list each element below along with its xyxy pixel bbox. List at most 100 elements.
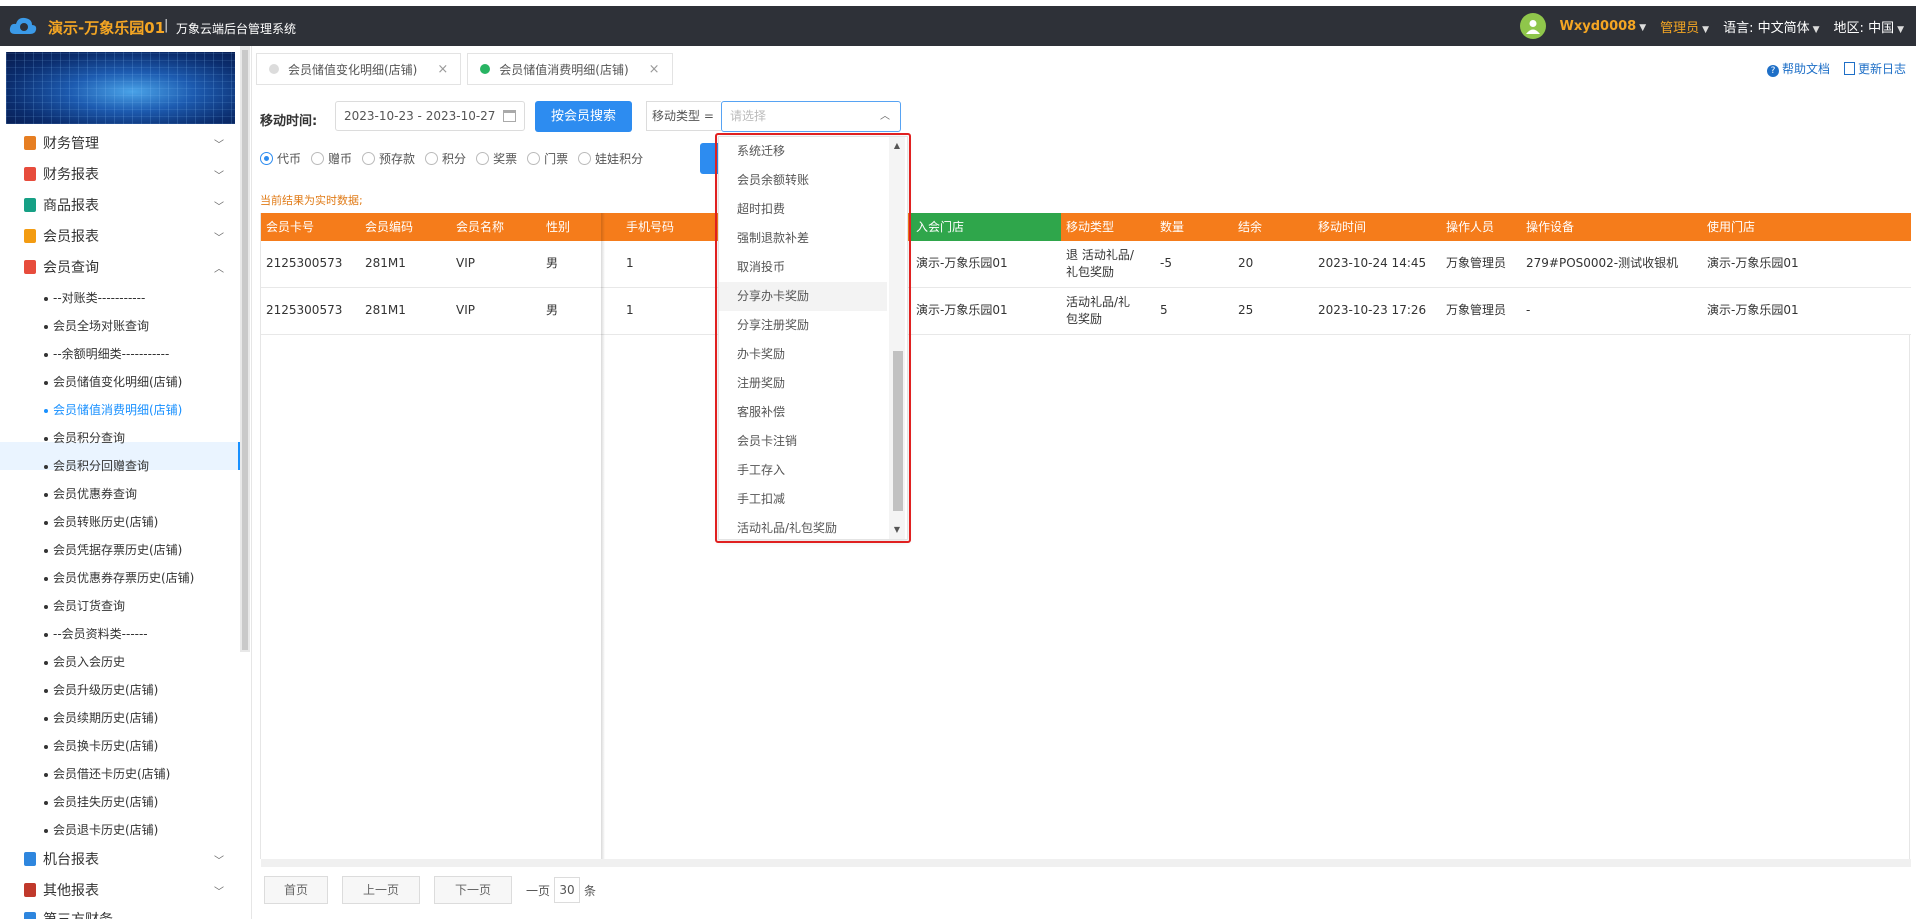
sidebar-item[interactable]: 会员优惠券存票历史(店铺) xyxy=(44,568,244,588)
sidebar-item[interactable]: 会员入会历史 xyxy=(44,652,244,672)
cell-balance: 20 xyxy=(1238,256,1254,270)
tab-balance-change[interactable]: 会员储值变化明细(店铺) × xyxy=(256,53,462,85)
table-horizontal-scrollbar[interactable] xyxy=(261,859,1911,867)
bullet-icon xyxy=(44,296,48,301)
column-header[interactable]: 操作人员 xyxy=(1441,213,1494,241)
menu-member-report[interactable]: 会员报表 ﹀ xyxy=(24,225,224,247)
cell-phone: 1 xyxy=(626,256,634,270)
column-header[interactable]: 会员名称 xyxy=(451,213,504,241)
date-range-input[interactable]: 2023-10-23 - 2023-10-27 xyxy=(335,101,525,131)
menu-third-party-finance[interactable]: 第三方财务 xyxy=(24,908,224,919)
sidebar-item-active[interactable]: 会员储值消费明细(店铺) xyxy=(44,400,244,420)
close-icon[interactable]: × xyxy=(649,62,660,77)
sidebar-item[interactable]: 会员储值变化明细(店铺) xyxy=(44,372,244,392)
column-header[interactable]: 会员编码 xyxy=(360,213,413,241)
bullet-icon xyxy=(44,380,48,385)
menu-finance-management[interactable]: 财务管理 ﹀ xyxy=(24,132,224,154)
sidebar-item[interactable]: 会员换卡历史(店铺) xyxy=(44,736,244,756)
role-menu[interactable]: 管理员 ▼ xyxy=(1660,17,1709,36)
pagination: 首页 上一页 下一页 一页 30 条 xyxy=(264,876,596,904)
radio-bonus-token[interactable]: 赠币 xyxy=(311,150,352,167)
cell-gender: 男 xyxy=(546,303,559,317)
bullet-icon xyxy=(44,576,48,581)
user-menu[interactable]: Wxyd0008 ▼ xyxy=(1560,19,1647,34)
radio-deposit[interactable]: 预存款 xyxy=(362,150,415,167)
radio-label: 代币 xyxy=(277,152,302,166)
sidebar-item[interactable]: 会员积分回赠查询 xyxy=(44,456,244,476)
menu-other-report[interactable]: 其他报表 ﹀ xyxy=(24,879,224,901)
radio-token[interactable]: 代币 xyxy=(260,150,301,167)
sidebar-item[interactable]: 会员升级历史(店铺) xyxy=(44,680,244,700)
radio-circle xyxy=(527,152,541,165)
realtime-note: 当前结果为实时数据; xyxy=(260,194,363,207)
bullet-icon xyxy=(44,352,48,357)
move-type-label: 移动类型 = xyxy=(646,101,721,131)
chevron-up-icon: ︿ xyxy=(880,111,890,122)
sidebar-item[interactable]: 会员挂失历史(店铺) xyxy=(44,792,244,812)
sidebar-item-label: 会员凭据存票历史(店铺) xyxy=(53,543,183,557)
radio-label: 门票 xyxy=(544,152,569,166)
chevron-down-icon: ﹀ xyxy=(214,886,224,898)
menu-machine-report[interactable]: 机台报表 ﹀ xyxy=(24,848,224,870)
column-header[interactable]: 手机号码 xyxy=(621,213,674,241)
sidebar-item[interactable]: --会员资料类------ xyxy=(44,624,244,644)
sidebar-item[interactable]: --余额明细类----------- xyxy=(44,344,244,364)
sidebar-item[interactable]: 会员续期历史(店铺) xyxy=(44,708,244,728)
next-page-button[interactable]: 下一页 xyxy=(434,876,512,904)
bullet-icon xyxy=(44,520,48,525)
sidebar-item[interactable]: 会员凭据存票历史(店铺) xyxy=(44,540,244,560)
page-size-input[interactable]: 30 xyxy=(554,877,581,903)
sidebar-item[interactable]: 会员退卡历史(店铺) xyxy=(44,820,244,840)
cell-use-store: 演示-万象乐园01 xyxy=(1707,303,1799,317)
table-row[interactable]: 2125300573 281M1 VIP 男 1 演示-万象乐园01 活动礼品/… xyxy=(261,288,1911,335)
menu-label: 商品报表 xyxy=(43,198,99,214)
menu-goods-report[interactable]: 商品报表 ﹀ xyxy=(24,194,224,216)
radio-points[interactable]: 积分 xyxy=(425,150,466,167)
column-header[interactable]: 性别 xyxy=(541,213,570,241)
column-header[interactable]: 结余 xyxy=(1233,213,1262,241)
sidebar-item[interactable]: 会员优惠券查询 xyxy=(44,484,244,504)
radio-ticket[interactable]: 奖票 xyxy=(476,150,517,167)
column-header[interactable]: 数量 xyxy=(1155,213,1184,241)
cell-card-no: 2125300573 xyxy=(266,303,343,317)
sidebar-item-label: 会员换卡历史(店铺) xyxy=(53,739,159,753)
cell-move-time: 2023-10-24 14:45 xyxy=(1318,256,1427,270)
column-header[interactable]: 会员卡号 xyxy=(261,213,314,241)
menu-member-query[interactable]: 会员查询 ︿ xyxy=(24,256,224,278)
region-menu[interactable]: 地区: 中国 ▼ xyxy=(1834,17,1904,36)
sidebar-item-label: 会员优惠券查询 xyxy=(53,487,138,501)
cell-quantity: 5 xyxy=(1160,303,1168,317)
sidebar-item[interactable]: 会员转账历史(店铺) xyxy=(44,512,244,532)
first-page-button[interactable]: 首页 xyxy=(264,876,328,904)
sidebar-item[interactable]: --对账类----------- xyxy=(44,288,244,308)
column-header[interactable]: 使用门店 xyxy=(1702,213,1755,241)
sidebar-item[interactable]: 会员全场对账查询 xyxy=(44,316,244,336)
menu-finance-report[interactable]: 财务报表 ﹀ xyxy=(24,163,224,185)
help-doc-link[interactable]: ? 帮助文档 xyxy=(1766,60,1830,77)
changelog-link[interactable]: 更新日志 xyxy=(1843,60,1906,77)
column-header[interactable]: 移动时间 xyxy=(1313,213,1366,241)
search-by-member-button[interactable]: 按会员搜索 xyxy=(535,101,632,132)
column-header[interactable]: 入会门店 xyxy=(911,213,1061,241)
changelog-label: 更新日志 xyxy=(1857,62,1906,76)
member-query-icon xyxy=(24,260,36,274)
radio-admission[interactable]: 门票 xyxy=(527,150,568,167)
bullet-icon xyxy=(44,464,48,469)
column-header[interactable]: 移动类型 xyxy=(1061,213,1114,241)
radio-doll-points[interactable]: 娃娃积分 xyxy=(578,150,643,167)
region-value: 中国 xyxy=(1868,20,1895,36)
sidebar-item[interactable]: 会员订货查询 xyxy=(44,596,244,616)
radio-circle xyxy=(578,152,592,165)
help-links: ? 帮助文档 更新日志 xyxy=(1766,60,1906,77)
sidebar-item[interactable]: 会员积分查询 xyxy=(44,428,244,448)
close-icon[interactable]: × xyxy=(437,62,448,77)
user-avatar-icon[interactable] xyxy=(1519,13,1546,39)
prev-page-button[interactable]: 上一页 xyxy=(342,876,420,904)
move-type-select[interactable]: 请选择 ︿ xyxy=(721,101,901,132)
sidebar-item[interactable]: 会员借还卡历史(店铺) xyxy=(44,764,244,784)
tab-balance-consumption[interactable]: 会员储值消费明细(店铺) × xyxy=(467,53,673,85)
table-row[interactable]: 2125300573 281M1 VIP 男 1 演示-万象乐园01 退 活动礼… xyxy=(261,241,1911,288)
column-header[interactable]: 操作设备 xyxy=(1521,213,1574,241)
language-menu[interactable]: 语言: 中文简体 ▼ xyxy=(1723,17,1819,36)
menu-label: 会员报表 xyxy=(43,229,99,245)
